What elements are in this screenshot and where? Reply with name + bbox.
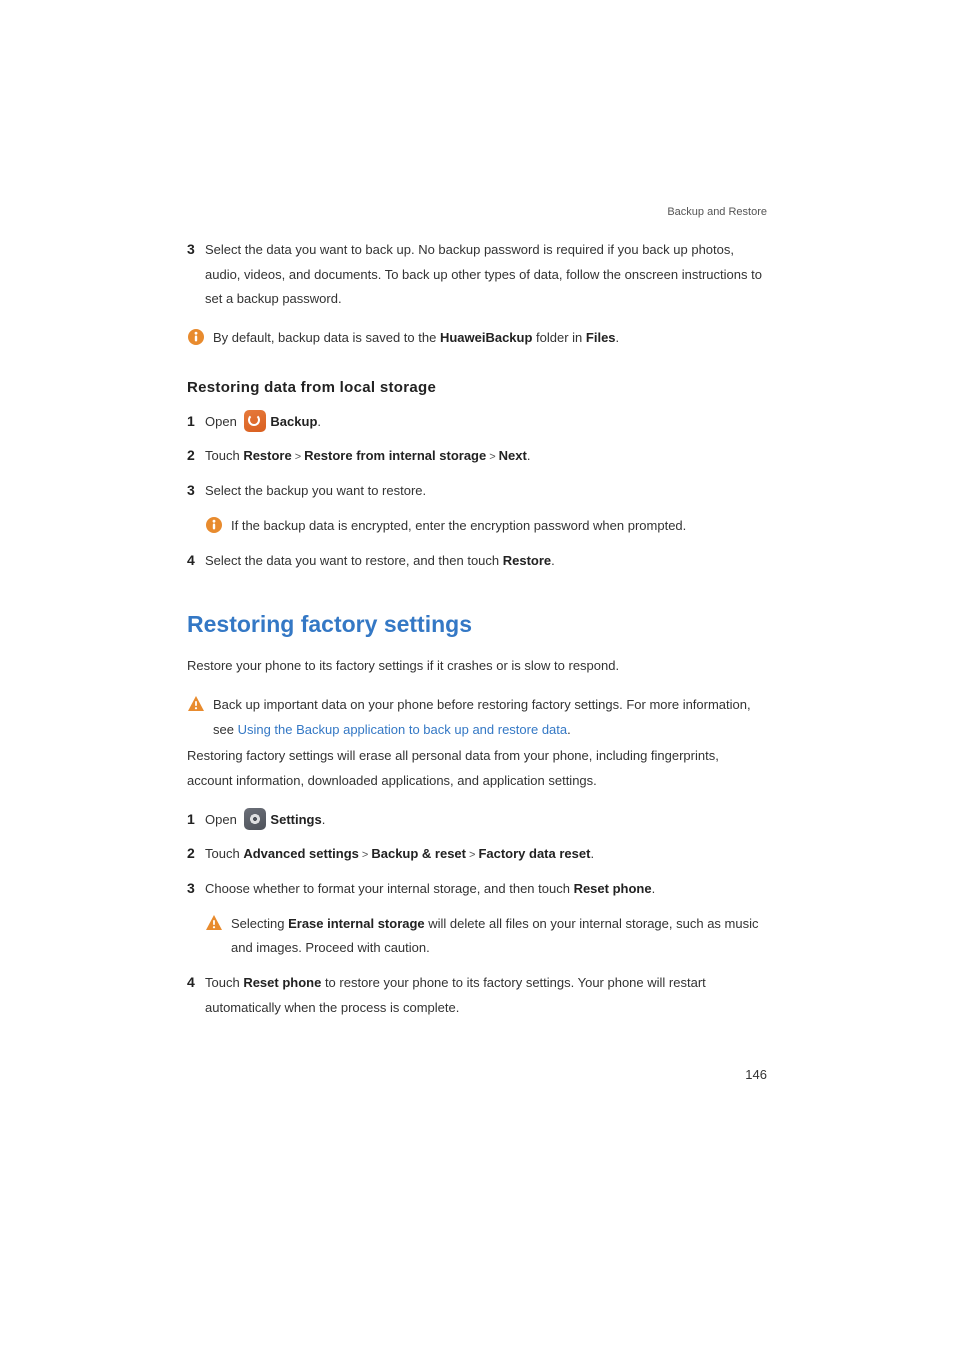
bold-text: Factory data reset — [478, 846, 590, 861]
text: Touch — [205, 975, 243, 990]
step-number: 3 — [187, 238, 205, 260]
step-2-touch-advanced-path: 2 Touch Advanced settings>Backup & reset… — [187, 842, 767, 867]
text: . — [567, 722, 571, 737]
text: Select the data you want to restore, and… — [205, 553, 503, 568]
text: folder in — [532, 330, 585, 345]
step-number: 1 — [187, 410, 205, 432]
text: . — [527, 448, 531, 463]
text: . — [616, 330, 620, 345]
text: . — [551, 553, 555, 568]
step-number: 1 — [187, 808, 205, 830]
text: By default, backup data is saved to the — [213, 330, 440, 345]
step-number: 3 — [187, 479, 205, 501]
bold-text: Reset phone — [574, 881, 652, 896]
step-number: 2 — [187, 444, 205, 466]
section-heading-factory: Restoring factory settings — [187, 611, 767, 638]
step-3-select-backup: 3 Select the backup you want to restore. — [187, 479, 767, 504]
page-number: 146 — [745, 1067, 767, 1082]
bold-text: Reset phone — [243, 975, 321, 990]
text: Selecting — [231, 916, 288, 931]
bold-text: Erase internal storage — [288, 916, 425, 931]
warning-backup-first: Back up important data on your phone bef… — [187, 693, 767, 742]
info-note-encrypted: If the backup data is encrypted, enter t… — [187, 514, 767, 539]
note-text: If the backup data is encrypted, enter t… — [231, 514, 767, 539]
text: Touch — [205, 846, 243, 861]
bold-text: Settings — [270, 812, 321, 827]
settings-app-icon — [244, 808, 266, 830]
step-1-open-settings: 1 Open Settings. — [187, 808, 767, 833]
step-2-touch-restore-path: 2 Touch Restore>Restore from internal st… — [187, 444, 767, 469]
bold-text: HuaweiBackup — [440, 330, 532, 345]
step-text: Select the data you want to back up. No … — [205, 238, 767, 312]
step-text: Touch Reset phone to restore your phone … — [205, 971, 767, 1020]
step-number: 4 — [187, 971, 205, 993]
step-text: Open Settings. — [205, 808, 767, 833]
breadcrumb-separator: > — [486, 451, 498, 463]
intro-text: Restore your phone to its factory settin… — [187, 654, 767, 679]
step-text: Select the data you want to restore, and… — [205, 549, 767, 574]
step-3-format-choice: 3 Choose whether to format your internal… — [187, 877, 767, 902]
body-text-erase-warning: Restoring factory settings will erase al… — [187, 744, 767, 793]
step-text: Touch Restore>Restore from internal stor… — [205, 444, 767, 469]
step-number: 3 — [187, 877, 205, 899]
document-page: Backup and Restore 3 Select the data you… — [0, 0, 954, 1350]
breadcrumb-separator: > — [292, 451, 304, 463]
note-text: Back up important data on your phone bef… — [213, 693, 767, 742]
info-note-default-folder: By default, backup data is saved to the … — [187, 326, 767, 351]
bold-text: Restore — [503, 553, 551, 568]
text: . — [590, 846, 594, 861]
step-text: Touch Advanced settings>Backup & reset>F… — [205, 842, 767, 867]
step-number: 4 — [187, 549, 205, 571]
step-number: 2 — [187, 842, 205, 864]
info-icon — [187, 328, 205, 346]
text: . — [322, 812, 326, 827]
warning-icon — [187, 695, 205, 713]
breadcrumb-separator: > — [359, 849, 371, 861]
text: Open — [205, 812, 240, 827]
step-1-open-backup: 1 Open Backup. — [187, 410, 767, 435]
backup-app-icon — [244, 410, 266, 432]
text: Open — [205, 414, 240, 429]
note-text: Selecting Erase internal storage will de… — [231, 912, 767, 961]
bold-text: Restore — [243, 448, 291, 463]
step-text: Choose whether to format your internal s… — [205, 877, 767, 902]
info-icon — [205, 516, 223, 534]
step-4-select-data-restore: 4 Select the data you want to restore, a… — [187, 549, 767, 574]
step-text: Open Backup. — [205, 410, 767, 435]
text: Choose whether to format your internal s… — [205, 881, 574, 896]
breadcrumb-separator: > — [466, 849, 478, 861]
bold-text: Backup — [270, 414, 317, 429]
step-text: Select the backup you want to restore. — [205, 479, 767, 504]
warning-erase-internal: Selecting Erase internal storage will de… — [187, 912, 767, 961]
text: . — [317, 414, 321, 429]
bold-text: Restore from internal storage — [304, 448, 486, 463]
bold-text: Next — [499, 448, 527, 463]
subheading-restore-local: Restoring data from local storage — [187, 379, 767, 396]
step-3-backup-select: 3 Select the data you want to back up. N… — [187, 238, 767, 312]
text: Touch — [205, 448, 243, 463]
text: . — [652, 881, 656, 896]
link-backup-app[interactable]: Using the Backup application to back up … — [238, 722, 568, 737]
warning-icon — [205, 914, 223, 932]
bold-text: Advanced settings — [243, 846, 359, 861]
step-4-reset-phone: 4 Touch Reset phone to restore your phon… — [187, 971, 767, 1020]
note-text: By default, backup data is saved to the … — [213, 326, 767, 351]
bold-text: Backup & reset — [371, 846, 466, 861]
header-section-label: Backup and Restore — [667, 206, 767, 218]
bold-text: Files — [586, 330, 616, 345]
